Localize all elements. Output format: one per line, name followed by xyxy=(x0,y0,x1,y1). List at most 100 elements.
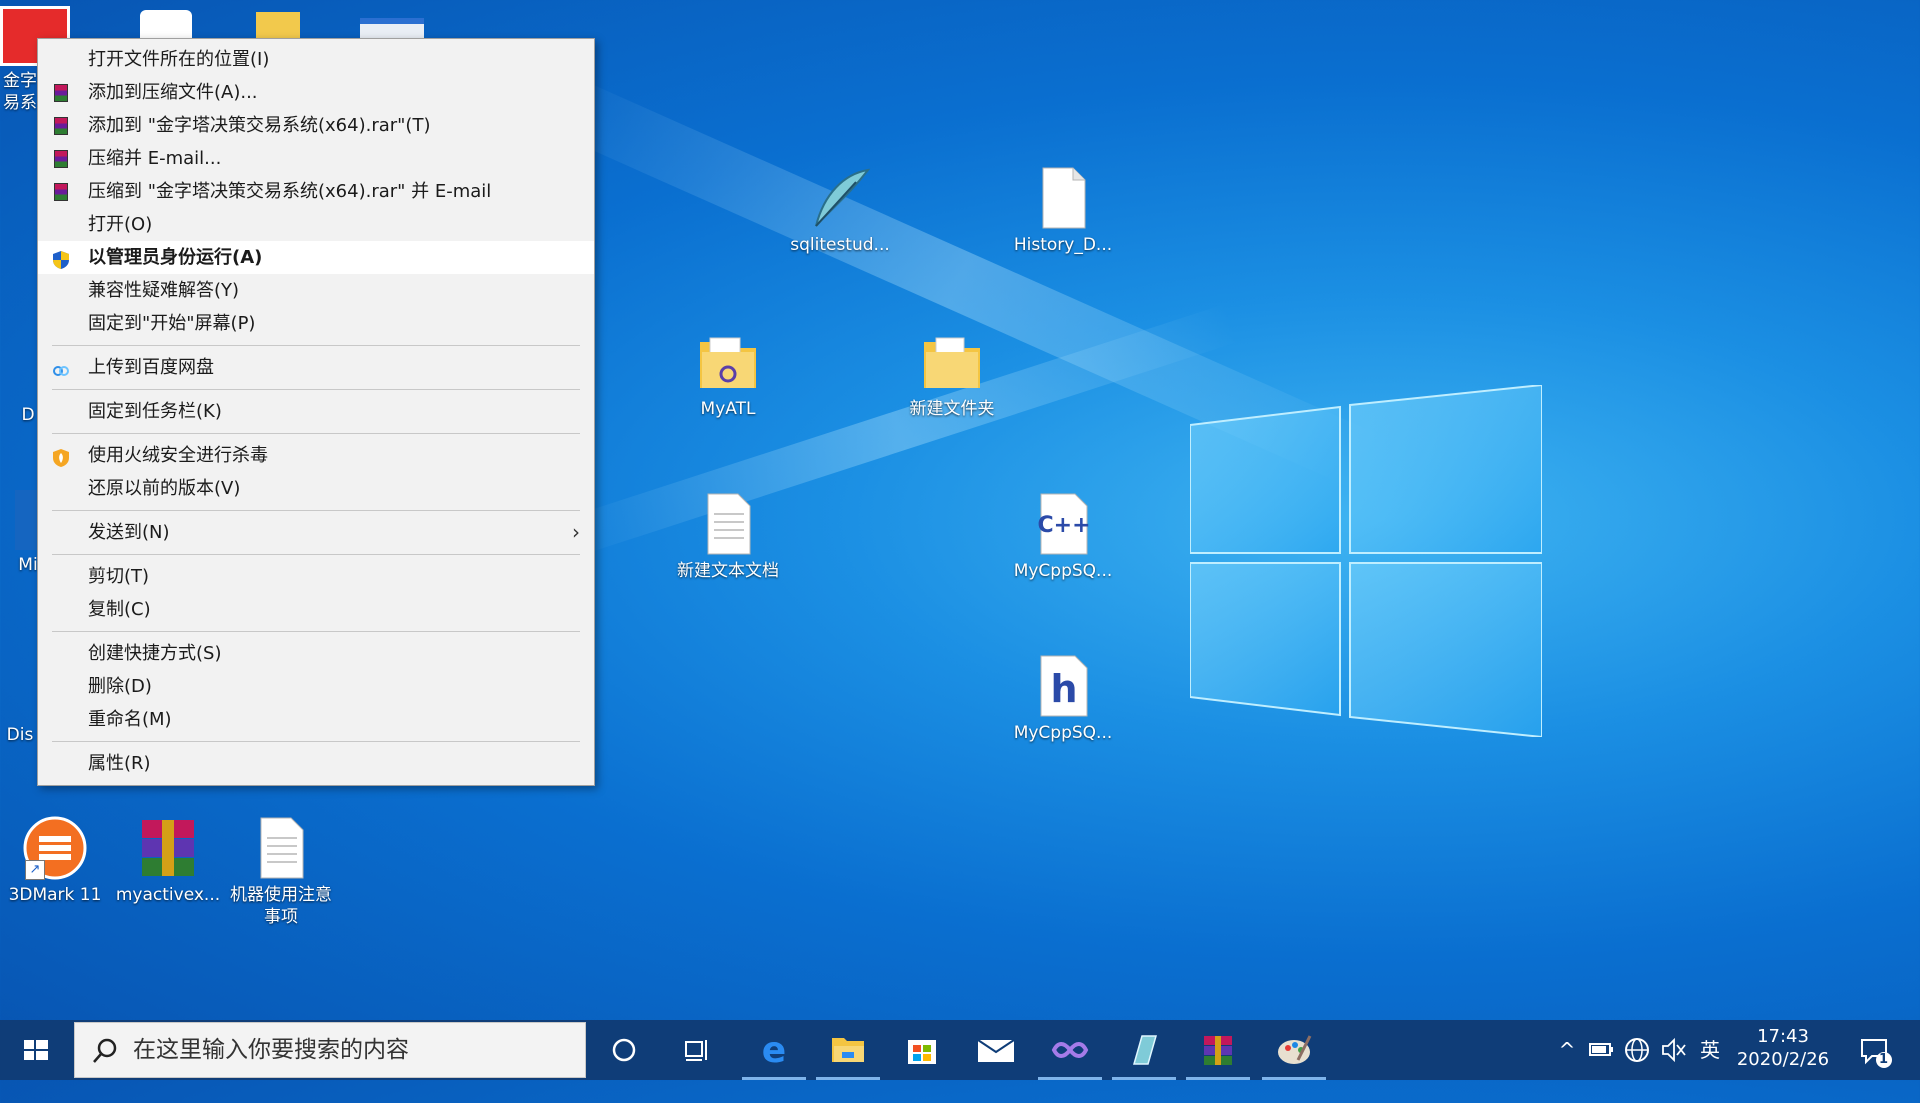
text-document-icon xyxy=(696,492,760,556)
desktop-icon-label: MyCppSQ... xyxy=(1013,723,1113,743)
volume-button[interactable] xyxy=(1658,1020,1688,1080)
desktop-icon-myatl[interactable]: MyATL xyxy=(673,330,783,420)
winrar-icon xyxy=(1204,1036,1232,1065)
cpp-file-icon: C++ xyxy=(1031,492,1095,556)
taskbar-visual-studio[interactable] xyxy=(1034,1020,1106,1080)
desktop-icon-myactivex[interactable]: myactivex... xyxy=(113,816,223,906)
menu-send-to[interactable]: 发送到(N) › xyxy=(38,516,594,549)
desktop-icon-new-text-doc[interactable]: 新建文本文档 xyxy=(673,492,783,582)
network-button[interactable] xyxy=(1622,1020,1652,1080)
chevron-right-icon: › xyxy=(572,520,580,544)
menu-properties[interactable]: 属性(R) xyxy=(38,747,594,780)
menu-open-file-location[interactable]: 打开文件所在的位置(I) xyxy=(38,43,594,76)
desktop-icon-3dmark[interactable]: ↗ 3DMark 11 xyxy=(0,816,110,906)
menu-compress-email[interactable]: 压缩并 E-mail... xyxy=(38,142,594,175)
desktop-icon-mycppsq-h[interactable]: h MyCppSQ... xyxy=(1008,654,1118,744)
taskbar-winrar[interactable] xyxy=(1182,1020,1254,1080)
ime-indicator[interactable]: 英 xyxy=(1694,1020,1726,1080)
menu-create-shortcut[interactable]: 创建快捷方式(S) xyxy=(38,637,594,670)
shortcut-arrow-icon: ↗ xyxy=(25,860,45,880)
desktop-icon-notice-doc[interactable]: 机器使用注意事项 xyxy=(226,816,336,928)
clock-time: 17:43 xyxy=(1757,1026,1809,1047)
menu-add-to-archive[interactable]: 添加到压缩文件(A)... xyxy=(38,76,594,109)
taskbar-mail[interactable] xyxy=(960,1020,1032,1080)
folder-icon xyxy=(696,330,760,394)
speaker-muted-icon xyxy=(1662,1037,1686,1063)
cortana-icon xyxy=(612,1038,636,1062)
globe-icon xyxy=(1625,1038,1649,1062)
search-placeholder: 在这里输入你要搜索的内容 xyxy=(133,1037,409,1063)
menu-upload-baidu[interactable]: 上传到百度网盘 xyxy=(38,351,594,384)
menu-delete[interactable]: 删除(D) xyxy=(38,670,594,703)
desktop-icon-dis[interactable]: Dis xyxy=(0,660,40,746)
menu-item-label: 创建快捷方式(S) xyxy=(88,643,222,664)
search-icon xyxy=(93,1038,117,1063)
desktop-icon-new-folder[interactable]: 新建文件夹 xyxy=(897,330,1007,420)
battery-button[interactable] xyxy=(1586,1020,1616,1080)
winrar-icon xyxy=(51,83,71,103)
menu-add-to-rar[interactable]: 添加到 "金字塔决策交易系统(x64).rar"(T) xyxy=(38,109,594,142)
menu-pin-to-start[interactable]: 固定到"开始"屏幕(P) xyxy=(38,307,594,340)
3dmark-icon: ↗ xyxy=(23,816,87,880)
search-input[interactable]: 在这里输入你要搜索的内容 xyxy=(74,1022,586,1078)
store-icon xyxy=(908,1040,936,1064)
desktop-icon-sqlitestudio[interactable]: sqlitestud... xyxy=(785,166,895,256)
clock[interactable]: 17:43 2020/2/26 xyxy=(1728,1020,1838,1080)
desktop-icon-mycppsq-cpp[interactable]: C++ MyCppSQ... xyxy=(1008,492,1118,582)
start-button[interactable] xyxy=(0,1020,72,1080)
uac-shield-icon xyxy=(51,248,71,269)
menu-pin-to-taskbar[interactable]: 固定到任务栏(K) xyxy=(38,395,594,428)
menu-compat-troubleshoot[interactable]: 兼容性疑难解答(Y) xyxy=(38,274,594,307)
context-menu: 打开文件所在的位置(I) 添加到压缩文件(A)... 添加到 "金字塔决策交易系… xyxy=(37,38,595,786)
text-document-icon xyxy=(249,816,313,880)
taskbar-paint[interactable] xyxy=(1258,1020,1330,1080)
folder-icon xyxy=(920,330,984,394)
desktop-icon-label: 新建文本文档 xyxy=(677,561,779,581)
edge-icon: e xyxy=(762,1030,786,1071)
menu-rename[interactable]: 重命名(M) xyxy=(38,703,594,736)
menu-item-label: 剪切(T) xyxy=(88,566,150,587)
menu-run-as-admin[interactable]: 以管理员身份运行(A) xyxy=(38,241,594,274)
cortana-button[interactable] xyxy=(588,1020,660,1080)
taskbar-file-explorer[interactable] xyxy=(812,1020,884,1080)
recycle-bin-icon xyxy=(19,340,37,400)
menu-item-label: 复制(C) xyxy=(88,599,151,620)
menu-separator xyxy=(52,433,580,434)
winrar-archive-icon xyxy=(136,816,200,880)
taskbar-sqlite[interactable] xyxy=(1108,1020,1180,1080)
taskbar-store[interactable] xyxy=(886,1020,958,1080)
taskbar-edge[interactable]: e xyxy=(738,1020,810,1080)
windows-logo xyxy=(1190,385,1542,737)
desktop-icon-history[interactable]: History_D... xyxy=(1008,166,1118,256)
svg-text:h: h xyxy=(1050,667,1077,711)
menu-restore-previous[interactable]: 还原以前的版本(V) xyxy=(38,472,594,505)
menu-item-label: 添加到 "金字塔决策交易系统(x64).rar"(T) xyxy=(88,115,431,136)
menu-cut[interactable]: 剪切(T) xyxy=(38,560,594,593)
winrar-icon xyxy=(51,116,71,136)
mail-icon xyxy=(977,1039,1015,1062)
menu-item-label: 还原以前的版本(V) xyxy=(88,478,241,499)
notification-badge: 1 xyxy=(1879,1052,1889,1067)
menu-open[interactable]: 打开(O) xyxy=(38,208,594,241)
show-hidden-icons-button[interactable]: ^ xyxy=(1552,1020,1582,1080)
chevron-up-icon: ^ xyxy=(1558,1038,1576,1062)
menu-copy[interactable]: 复制(C) xyxy=(38,593,594,626)
menu-huorong-scan[interactable]: 使用火绒安全进行杀毒 xyxy=(38,439,594,472)
menu-item-label: 属性(R) xyxy=(88,753,151,774)
header-file-icon: h xyxy=(1031,654,1095,718)
menu-item-label: 固定到"开始"屏幕(P) xyxy=(88,313,256,334)
menu-separator xyxy=(52,389,580,390)
notification-icon xyxy=(1861,1039,1892,1068)
task-view-icon xyxy=(685,1040,707,1061)
svg-text:e: e xyxy=(762,1030,786,1071)
desktop-icon-label: History_D... xyxy=(1013,235,1113,255)
menu-item-label: 打开文件所在的位置(I) xyxy=(88,49,270,70)
menu-item-label: 兼容性疑难解答(Y) xyxy=(88,280,240,301)
menu-separator xyxy=(52,554,580,555)
task-view-button[interactable] xyxy=(660,1020,732,1080)
menu-compress-rar-email[interactable]: 压缩到 "金字塔决策交易系统(x64).rar" 并 E-mail xyxy=(38,175,594,208)
menu-item-label: 添加到压缩文件(A)... xyxy=(88,82,258,103)
winrar-icon xyxy=(51,182,71,202)
action-center-button[interactable]: 1 xyxy=(1848,1020,1900,1080)
desktop-icon-label: Dis xyxy=(6,725,34,745)
